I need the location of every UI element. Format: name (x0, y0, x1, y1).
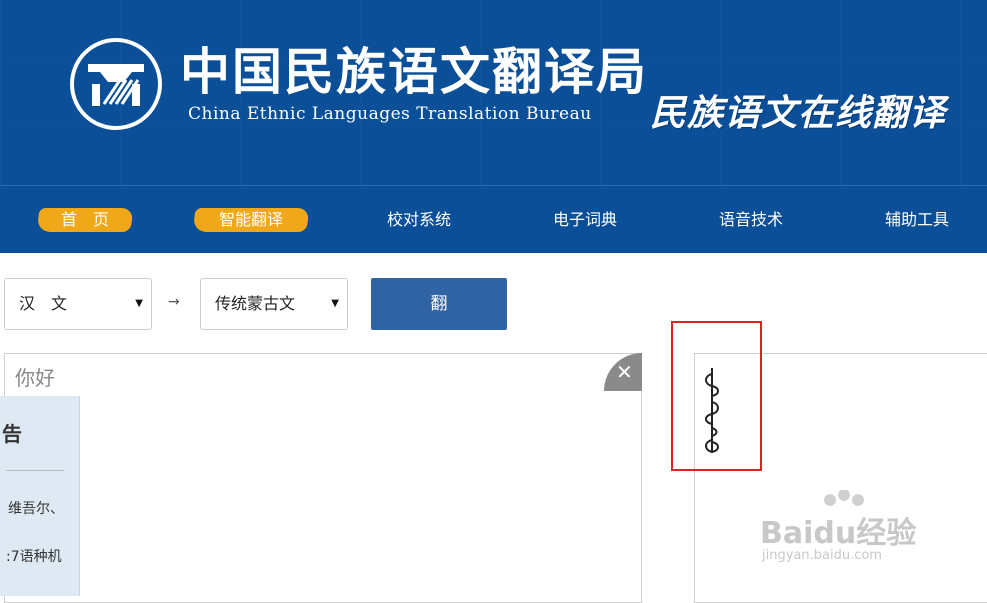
source-text-area[interactable]: 你好 (4, 353, 642, 603)
chevron-down-icon: ▼ (135, 298, 143, 309)
site-title-english: China Ethnic Languages Translation Burea… (188, 104, 592, 124)
nav-label: 智能翻译 (218, 210, 283, 229)
target-language-value: 传统蒙古文 (215, 294, 296, 313)
close-icon[interactable]: ✕ (616, 360, 633, 384)
logo-emblem-icon (88, 64, 144, 106)
nav-item-proofreading[interactable]: 校对系统 (384, 186, 454, 254)
nav-label: 语音技术 (718, 210, 783, 229)
watermark-url: jingyan.baidu.com (762, 548, 882, 563)
main-nav: 首 页 智能翻译 校对系统 电子词典 语音技术 辅助工具 (0, 185, 987, 253)
source-text: 你好 (15, 366, 55, 390)
site-title: 中国民族语文翻译局 (180, 42, 648, 101)
baidu-watermark: Baidu经验 jingyan.baidu.com (760, 490, 960, 570)
nav-item-home[interactable]: 首 页 (60, 186, 110, 254)
translate-button[interactable]: 翻 译 (371, 278, 507, 366)
site-header: 中国民族语文翻译局 China Ethnic Languages Transla… (0, 0, 987, 185)
divider (6, 470, 64, 471)
target-language-select[interactable]: 传统蒙古文 ▼ (200, 278, 348, 330)
nav-item-tools[interactable]: 辅助工具 (882, 186, 952, 254)
arrow-right-icon: → (168, 294, 180, 310)
nav-label: 辅助工具 (884, 210, 949, 229)
nav-label: 首 页 (60, 210, 109, 229)
site-slogan: 民族语文在线翻译 (650, 92, 947, 134)
notice-panel: 告 维吾尔、 :7语种机 (0, 396, 80, 596)
source-language-select[interactable]: 汉 文 ▼ (4, 278, 152, 330)
bureau-logo[interactable] (70, 38, 162, 130)
source-language-value: 汉 文 (19, 294, 68, 313)
highlight-annotation (671, 321, 762, 471)
nav-item-dictionary[interactable]: 电子词典 (550, 186, 620, 254)
notice-text: :7语种机 (6, 549, 62, 565)
nav-label: 电子词典 (552, 210, 617, 229)
notice-title: 告 (2, 422, 22, 446)
nav-label: 校对系统 (386, 210, 451, 229)
watermark-text: Baidu经验 (760, 516, 917, 551)
chevron-down-icon: ▼ (331, 298, 339, 309)
notice-text: 维吾尔、 (8, 501, 64, 517)
nav-item-speech[interactable]: 语音技术 (716, 186, 786, 254)
nav-item-smart-translate[interactable]: 智能翻译 (216, 186, 286, 254)
